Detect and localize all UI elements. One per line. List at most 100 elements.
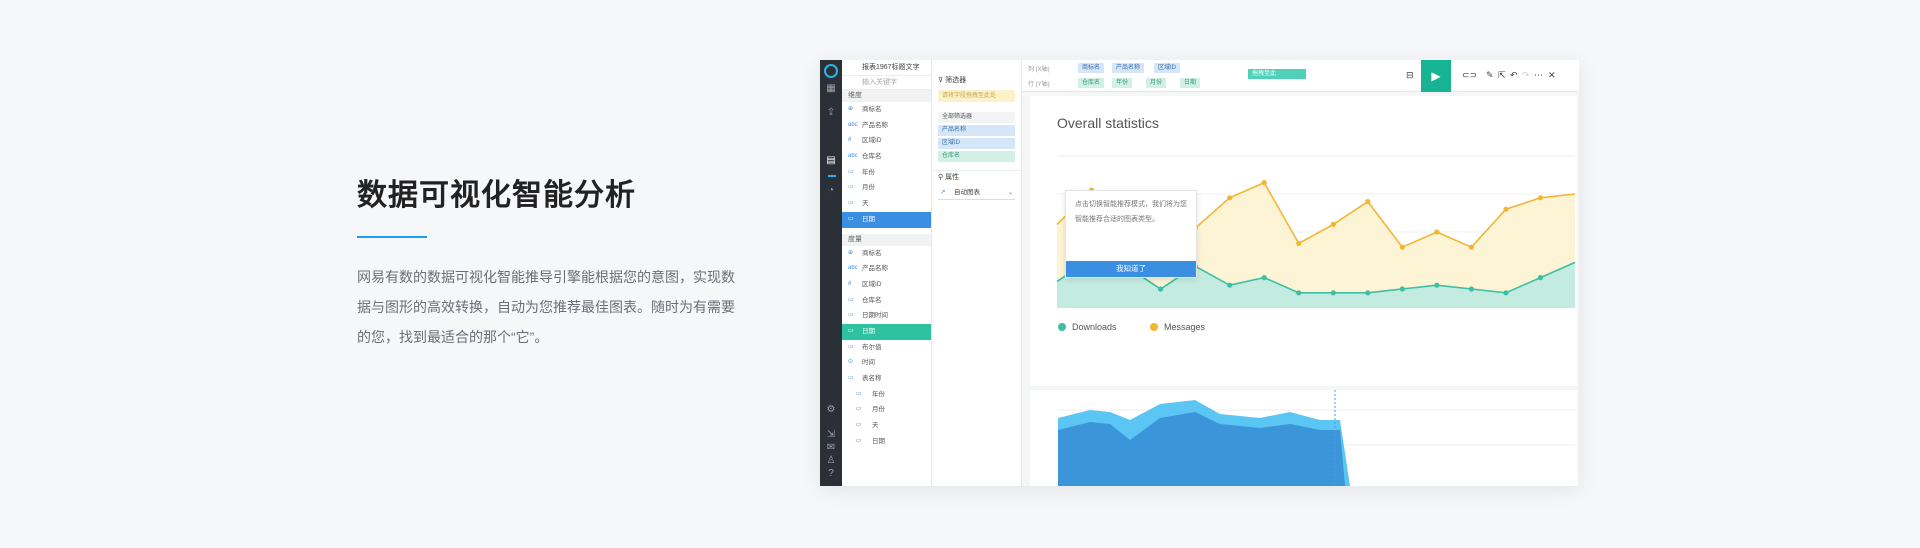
property-title: ⚲ 属性 <box>932 170 1021 184</box>
field-item[interactable]: ▭ 天 <box>842 196 931 212</box>
field-label: 表名称 <box>862 375 882 382</box>
field-item[interactable]: abc 产品名称 <box>842 261 931 277</box>
row-pill[interactable]: 仓库名 <box>1078 78 1105 88</box>
field-label: 日期 <box>862 327 875 335</box>
filter-chip[interactable]: 区域ID <box>938 138 1015 149</box>
data-point[interactable] <box>1227 282 1233 288</box>
settings-icon[interactable]: ⚙ <box>824 403 838 417</box>
tooltip-text: 点击切换智能推荐模式，我们将为您智能推荐合适的图表类型。 <box>1075 201 1187 223</box>
field-item[interactable]: ⊕ 商标名 <box>842 102 931 118</box>
column-shelf-label: 列 (X轴) <box>1028 67 1050 73</box>
data-point[interactable] <box>1330 221 1336 227</box>
run-button[interactable]: ▶ <box>1421 60 1451 92</box>
row-pill[interactable]: 日期 <box>1180 78 1201 88</box>
help-icon[interactable]: ? <box>824 467 838 481</box>
data-point[interactable] <box>1399 286 1405 292</box>
all-filters[interactable]: 全部筛选器 <box>938 112 1015 123</box>
filter-chip[interactable]: 产品名称 <box>938 125 1015 136</box>
dashboard-icon[interactable]: ◔ <box>824 184 838 198</box>
field-item[interactable]: ▭ 月份 <box>842 180 931 196</box>
chart-icon[interactable]: ▤ <box>824 154 838 168</box>
filter-chip[interactable]: 仓库名 <box>938 151 1015 162</box>
upload-icon[interactable]: ⇪ <box>824 106 838 120</box>
field-item[interactable]: ▭ 日期时间 <box>842 308 931 324</box>
tooltip-ok-button[interactable]: 我知道了 <box>1066 261 1196 277</box>
row-pill[interactable]: 年份 <box>1112 78 1133 88</box>
field-label: 年份 <box>872 390 885 398</box>
field-item[interactable]: ▭ 日期 <box>842 211 931 228</box>
data-point[interactable] <box>1468 286 1474 292</box>
field-item[interactable]: ▭ 表名称 <box>842 371 931 387</box>
column-pill[interactable]: 区域ID <box>1154 63 1181 73</box>
field-type-icon: ▭ <box>848 375 854 381</box>
undo-icon[interactable]: ↶ <box>1510 70 1518 81</box>
field-label: 日期时间 <box>862 312 888 320</box>
more-icon[interactable]: ⋯ <box>1534 70 1543 81</box>
field-item[interactable]: abc 仓库名 <box>842 149 931 165</box>
redo-icon[interactable]: ↷ <box>1522 70 1530 81</box>
field-label: 月份 <box>862 184 875 192</box>
export-icon[interactable]: ⇲ <box>824 428 838 442</box>
field-item[interactable]: ▭ 仓库名 <box>842 293 931 309</box>
data-point[interactable] <box>1434 282 1440 288</box>
field-item[interactable]: # 区域ID <box>842 277 931 293</box>
toggle-icon[interactable]: ⊂⊃ <box>1462 70 1477 81</box>
field-item[interactable]: ⊕ 商标名 <box>842 246 931 262</box>
field-item[interactable]: ▭ 日期 <box>842 323 931 340</box>
share-icon[interactable]: ⇱ <box>1498 70 1506 81</box>
field-item[interactable]: ▭ 年份 <box>842 165 931 181</box>
logo-icon <box>824 64 838 78</box>
grid-icon[interactable]: ▦ <box>824 82 838 96</box>
field-item[interactable]: ▭ 日期 <box>842 434 931 450</box>
field-label: 仓库名 <box>862 296 882 304</box>
field-type-icon: ▭ <box>848 312 854 319</box>
field-item[interactable]: abc 产品名称 <box>842 118 931 134</box>
save-icon[interactable]: ⊟ <box>1406 70 1414 81</box>
legend-item-downloads[interactable]: Downloads <box>1058 322 1117 332</box>
data-point[interactable] <box>1503 206 1509 212</box>
column-pill[interactable]: 产品名称 <box>1112 63 1145 73</box>
data-point[interactable] <box>1434 229 1440 235</box>
data-point[interactable] <box>1503 290 1509 296</box>
data-point[interactable] <box>1537 275 1544 281</box>
column-pill[interactable]: 商标名 <box>1078 63 1105 73</box>
data-point[interactable] <box>1365 199 1371 205</box>
legend-item-messages[interactable]: Messages <box>1150 322 1205 332</box>
field-item[interactable]: ⊙ 时间 <box>842 355 931 371</box>
data-point[interactable] <box>1468 244 1474 250</box>
field-label: 月份 <box>872 406 885 414</box>
report-title[interactable]: 报表1967标题文字 <box>842 60 931 76</box>
data-point[interactable] <box>1158 286 1164 292</box>
field-search-input[interactable]: 输入关键字 <box>842 76 931 90</box>
data-point[interactable] <box>1227 195 1233 201</box>
edit-icon[interactable]: ✎ <box>1486 70 1494 81</box>
row-pill[interactable]: 月份 <box>1146 78 1167 88</box>
field-item[interactable]: ▭ 月份 <box>842 402 931 418</box>
field-item[interactable]: # 区域ID <box>842 133 931 149</box>
row-shelf-label: 行 (Y轴) <box>1028 82 1050 88</box>
field-type-icon: ▭ <box>848 215 854 222</box>
data-point[interactable] <box>1399 244 1405 250</box>
chart-type-select[interactable]: ↗ 自动图表 ⌄ <box>938 186 1015 200</box>
user-icon[interactable]: ♙ <box>824 454 838 468</box>
field-type-icon: ▭ <box>856 437 862 444</box>
field-item[interactable]: ▭ 布尔值 <box>842 340 931 356</box>
close-icon[interactable]: ✕ <box>1548 70 1556 81</box>
shelf-drop-hint[interactable]: 拖拽至此 <box>1248 69 1306 79</box>
field-item[interactable]: ▭ 年份 <box>842 387 931 403</box>
filter-drop-zone[interactable]: 请将字段拖拽至此处 <box>938 90 1015 102</box>
field-item[interactable]: ▭ 天 <box>842 418 931 434</box>
data-point[interactable] <box>1296 290 1302 296</box>
field-type-icon: ▭ <box>848 296 854 303</box>
mail-icon[interactable]: ✉ <box>824 441 838 455</box>
data-point[interactable] <box>1330 290 1336 296</box>
data-point[interactable] <box>1537 195 1544 201</box>
data-point[interactable] <box>1365 290 1371 296</box>
field-label: 商标名 <box>862 249 882 257</box>
data-point[interactable] <box>1296 240 1302 246</box>
data-point[interactable] <box>1261 180 1267 186</box>
data-point[interactable] <box>1261 275 1267 281</box>
field-type-icon: ▭ <box>848 184 854 191</box>
field-label: 年份 <box>862 168 875 176</box>
field-type-icon: ▭ <box>856 406 862 413</box>
